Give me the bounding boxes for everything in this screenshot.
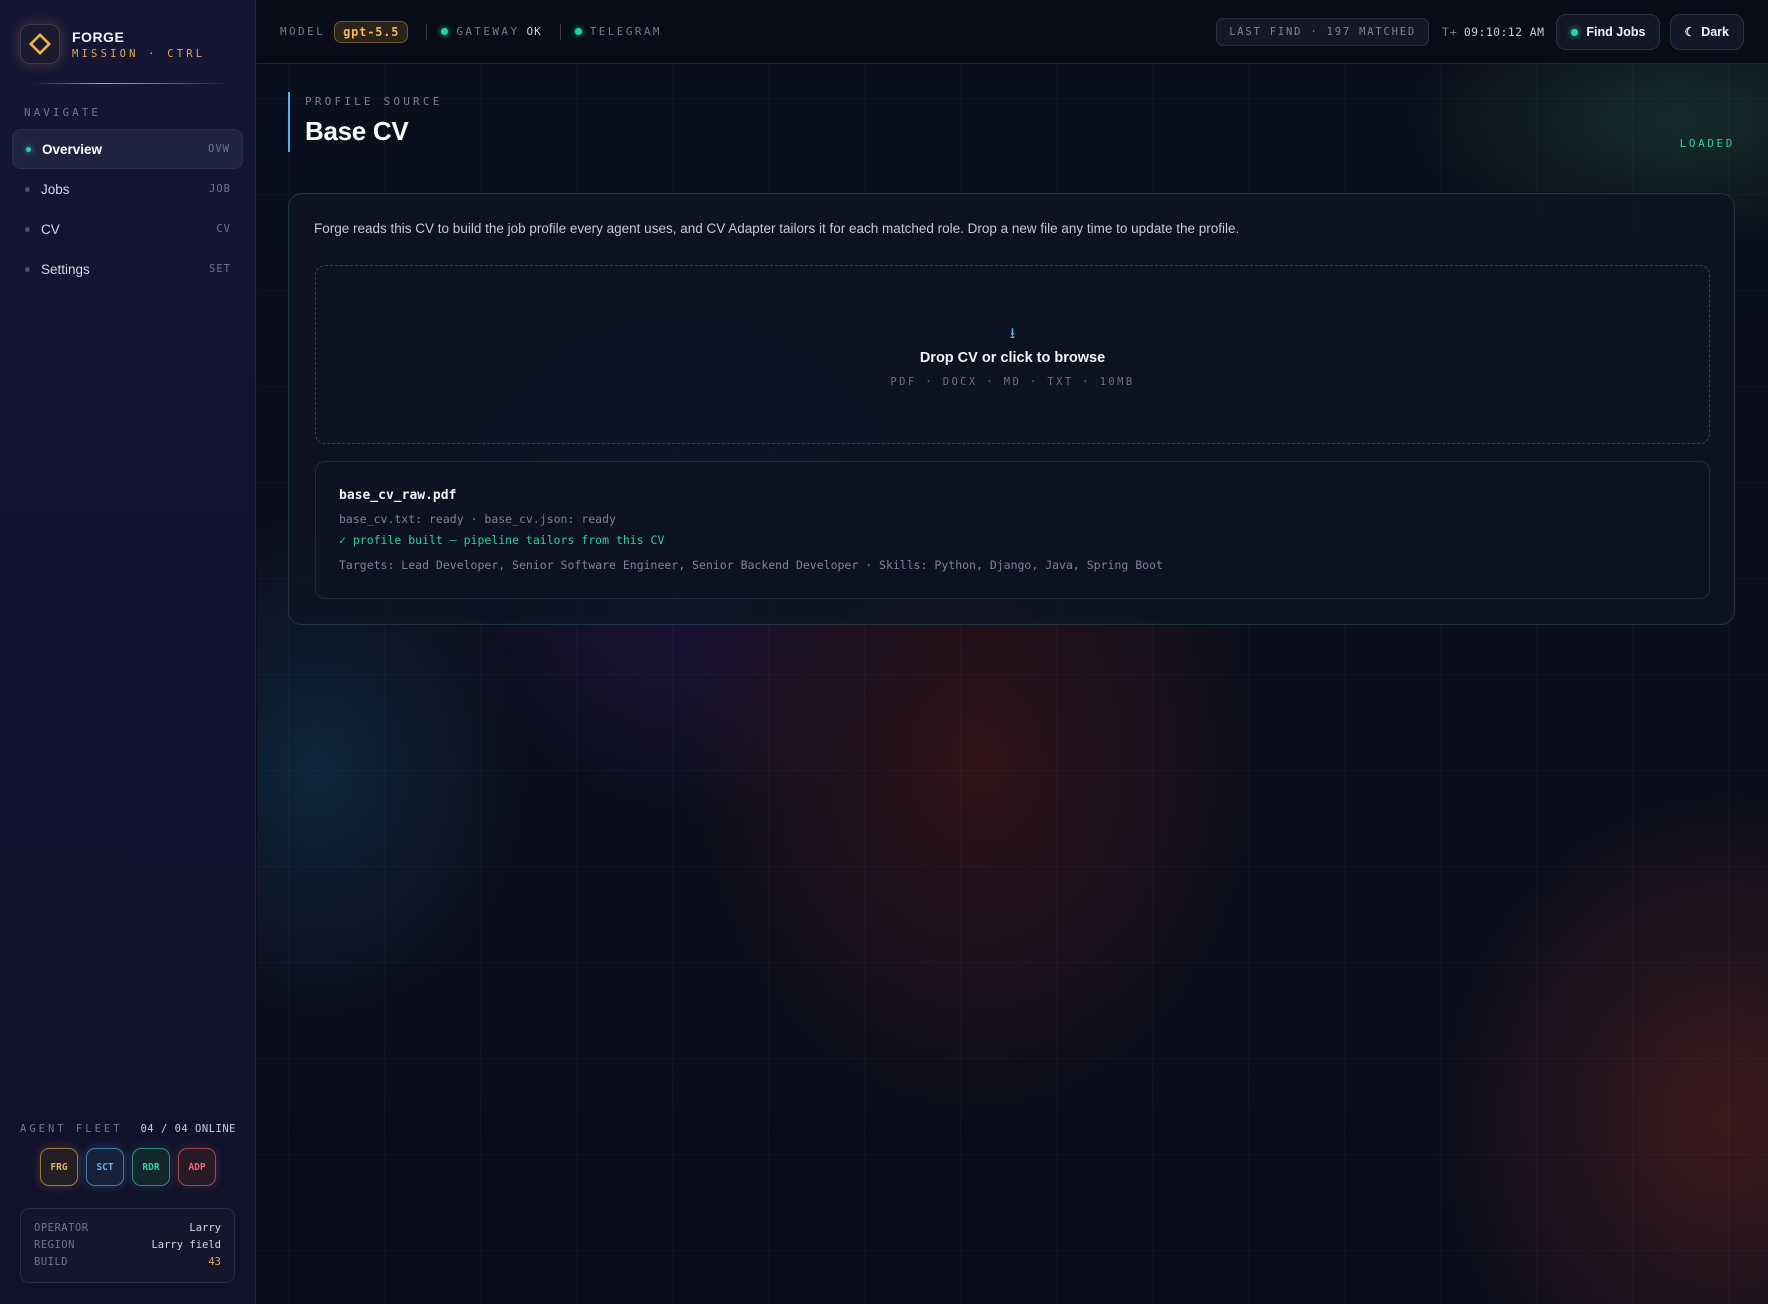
- profile-built-status: ✓ profile built — pipeline tailors from …: [339, 533, 665, 547]
- page-title: Base CV: [305, 116, 409, 146]
- info-row-build: BUILD 43: [34, 1253, 221, 1270]
- gateway-status: OK: [526, 25, 542, 38]
- file-status: base_cv.txt: ready · base_cv.json: ready: [339, 512, 616, 526]
- model-selector[interactable]: gpt-5.5: [334, 20, 409, 43]
- info-value: 43: [208, 1255, 221, 1268]
- info-key: REGION: [34, 1238, 75, 1251]
- agent-chip-frg[interactable]: FRG: [40, 1148, 78, 1186]
- operator-info-card: OPERATOR Larry REGION Larry field BUILD …: [20, 1208, 235, 1283]
- cv-card: Forge reads this CV to build the job pro…: [288, 193, 1735, 625]
- sidebar-item-code: CV: [216, 223, 231, 235]
- dropzone-title: Drop CV or click to browse: [919, 350, 1106, 366]
- divider: [426, 23, 428, 40]
- dot-icon: [25, 226, 30, 232]
- page-header: PROFILE SOURCE Base CV: [288, 92, 443, 152]
- info-value: Larry field: [151, 1238, 221, 1251]
- file-name[interactable]: base_cv_raw.pdf: [339, 488, 456, 503]
- sidebar-item-label: Settings: [41, 261, 90, 277]
- info-key: OPERATOR: [34, 1221, 89, 1234]
- main-area: MODEL gpt-5.5 GATEWAY OK TELEGRAM LAST F…: [257, 0, 1768, 1304]
- agent-chip-rdr[interactable]: RDR: [132, 1148, 170, 1186]
- theme-label: Dark: [1701, 25, 1729, 39]
- download-arrow-icon: ⭳: [1009, 325, 1016, 342]
- topbar-right: LAST FIND · 197 MATCHED T+ 09:10:12 AM Fi…: [1216, 14, 1744, 50]
- find-jobs-button[interactable]: Find Jobs: [1556, 14, 1661, 50]
- forge-logo-icon: [20, 24, 60, 64]
- sidebar-item-label: CV: [41, 221, 60, 237]
- agent-fleet-count: 04 / 04 ONLINE: [140, 1123, 236, 1135]
- telegram-label: TELEGRAM: [589, 25, 662, 38]
- agent-fleet-chips: FRG SCT RDR ADP: [40, 1148, 216, 1186]
- info-row-region: REGION Larry field: [34, 1236, 221, 1253]
- info-key: BUILD: [34, 1255, 69, 1268]
- agent-chip-sct[interactable]: SCT: [86, 1148, 124, 1186]
- gateway-status-icon: [441, 28, 449, 35]
- agent-fleet-header: AGENT FLEET 04 / 04 ONLINE: [20, 1123, 236, 1135]
- find-jobs-label: Find Jobs: [1586, 25, 1646, 39]
- sidebar-item-jobs[interactable]: Jobs JOB: [12, 169, 243, 209]
- gateway-label: GATEWAY: [456, 25, 520, 38]
- sidebar-item-code: OVW: [208, 143, 230, 155]
- divider: [559, 23, 561, 40]
- sidebar: FORGE MISSION · CTRL NAVIGATE Overview O…: [0, 0, 256, 1304]
- info-value: Larry: [189, 1221, 221, 1234]
- info-row-operator: OPERATOR Larry: [34, 1219, 221, 1236]
- mission-clock: T+ 09:10:12 AM: [1442, 25, 1544, 39]
- cv-dropzone[interactable]: ⭳ Drop CV or click to browse PDF · DOCX …: [315, 265, 1710, 444]
- sidebar-item-overview[interactable]: Overview OVW: [12, 129, 243, 169]
- agent-fleet-title: AGENT FLEET: [20, 1123, 123, 1135]
- agent-chip-adp[interactable]: ADP: [178, 1148, 216, 1186]
- last-find-badge: LAST FIND · 197 MATCHED: [1216, 18, 1429, 46]
- moon-icon: ☾: [1684, 25, 1696, 39]
- dot-icon: [25, 266, 30, 272]
- dot-icon: [25, 186, 30, 192]
- cv-description: Forge reads this CV to build the job pro…: [314, 221, 1240, 236]
- brand-subtitle: MISSION · CTRL: [72, 47, 206, 60]
- active-dot-icon: [26, 146, 31, 152]
- theme-toggle-button[interactable]: ☾ Dark: [1670, 14, 1744, 50]
- brand-name: FORGE: [72, 28, 125, 45]
- cv-file-card: base_cv_raw.pdf base_cv.txt: ready · bas…: [315, 461, 1710, 599]
- model-label: MODEL: [280, 25, 326, 38]
- brand[interactable]: FORGE MISSION · CTRL: [20, 24, 205, 64]
- profile-targets: Targets: Lead Developer, Senior Software…: [339, 558, 1163, 572]
- status-badge: LOADED: [1679, 137, 1735, 150]
- page-eyebrow: PROFILE SOURCE: [305, 95, 443, 108]
- sidebar-item-code: SET: [209, 263, 231, 275]
- live-dot-icon: [1571, 28, 1579, 36]
- sidebar-item-code: JOB: [209, 183, 231, 195]
- nav-heading: NAVIGATE: [24, 106, 101, 119]
- sidebar-item-label: Overview: [42, 141, 103, 157]
- topbar: MODEL gpt-5.5 GATEWAY OK TELEGRAM LAST F…: [257, 0, 1768, 64]
- clock-prefix: T+: [1441, 25, 1458, 39]
- telegram-status-icon: [574, 28, 582, 35]
- sidebar-item-label: Jobs: [41, 181, 70, 197]
- sidebar-item-settings[interactable]: Settings SET: [12, 249, 243, 289]
- clock-time: 09:10:12 AM: [1463, 25, 1545, 39]
- sidebar-item-cv[interactable]: CV CV: [12, 209, 243, 249]
- brand-divider: [32, 83, 232, 84]
- sidebar-nav: Overview OVW Jobs JOB CV CV Settings SET: [12, 129, 243, 289]
- dropzone-formats: PDF · DOCX · MD · TXT · 10MB: [890, 376, 1135, 388]
